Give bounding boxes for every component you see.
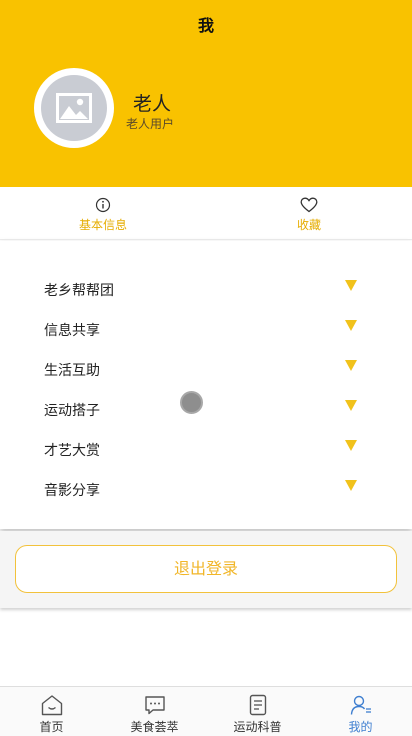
menu-item-label: 老乡帮帮团	[44, 283, 114, 299]
nav-label: 运动科普	[233, 720, 282, 734]
menu-item-hometown-group[interactable]: 老乡帮帮团	[0, 270, 412, 310]
touch-indicator	[180, 391, 203, 414]
menu-item-label: 运动搭子	[44, 403, 100, 419]
tab-favorites[interactable]: 收藏	[206, 187, 412, 239]
menu-item-label: 才艺大赏	[44, 443, 100, 459]
menu-item-label: 信息共享	[44, 323, 100, 339]
tab-basic-info-label: 基本信息	[78, 218, 127, 232]
profile-role: 老人用户	[126, 117, 175, 131]
logout-button[interactable]: 退出登录	[15, 545, 397, 593]
home-icon	[41, 695, 62, 716]
profile-header: 我 老人 老人用户	[0, 0, 412, 187]
nav-label: 首页	[39, 720, 64, 734]
user-icon	[350, 695, 371, 715]
menu-list: 老乡帮帮团 信息共享 生活互助 运动搭子 才艺大赏 音影分享	[0, 241, 412, 529]
triangle-down-icon	[345, 360, 357, 371]
info-icon	[95, 197, 111, 213]
nav-item-sports[interactable]: 运动科普	[206, 687, 309, 736]
logout-section: 退出登录	[0, 531, 412, 608]
nav-item-home[interactable]: 首页	[0, 687, 103, 736]
menu-item-label: 音影分享	[44, 483, 100, 499]
menu-item-talent-show[interactable]: 才艺大赏	[0, 430, 412, 470]
menu-item-mutual-aid[interactable]: 生活互助	[0, 350, 412, 390]
nav-label: 我的	[348, 720, 373, 734]
menu-item-label: 生活互助	[44, 363, 100, 379]
nav-label: 美食荟萃	[130, 720, 179, 734]
tab-basic-info[interactable]: 基本信息	[0, 187, 206, 239]
image-placeholder-icon	[41, 75, 107, 141]
bottom-nav: 首页 美食荟萃 运动科普 我的	[0, 686, 412, 736]
profile-name: 老人	[133, 93, 172, 115]
chat-icon	[144, 696, 165, 715]
menu-item-info-sharing[interactable]: 信息共享	[0, 310, 412, 350]
avatar[interactable]	[34, 68, 114, 148]
triangle-down-icon	[345, 280, 357, 291]
document-icon	[249, 694, 266, 716]
nav-item-food[interactable]: 美食荟萃	[103, 687, 206, 736]
triangle-down-icon	[345, 400, 357, 411]
profile-tabs: 基本信息 收藏	[0, 187, 412, 240]
heart-icon	[300, 197, 318, 213]
triangle-down-icon	[345, 320, 357, 331]
menu-item-sports-partner[interactable]: 运动搭子	[0, 390, 412, 430]
tab-favorites-label: 收藏	[296, 218, 321, 232]
nav-item-mine[interactable]: 我的	[309, 687, 412, 736]
page-title: 我	[197, 16, 214, 35]
triangle-down-icon	[345, 480, 357, 491]
triangle-down-icon	[345, 440, 357, 451]
menu-item-media-sharing[interactable]: 音影分享	[0, 470, 412, 510]
